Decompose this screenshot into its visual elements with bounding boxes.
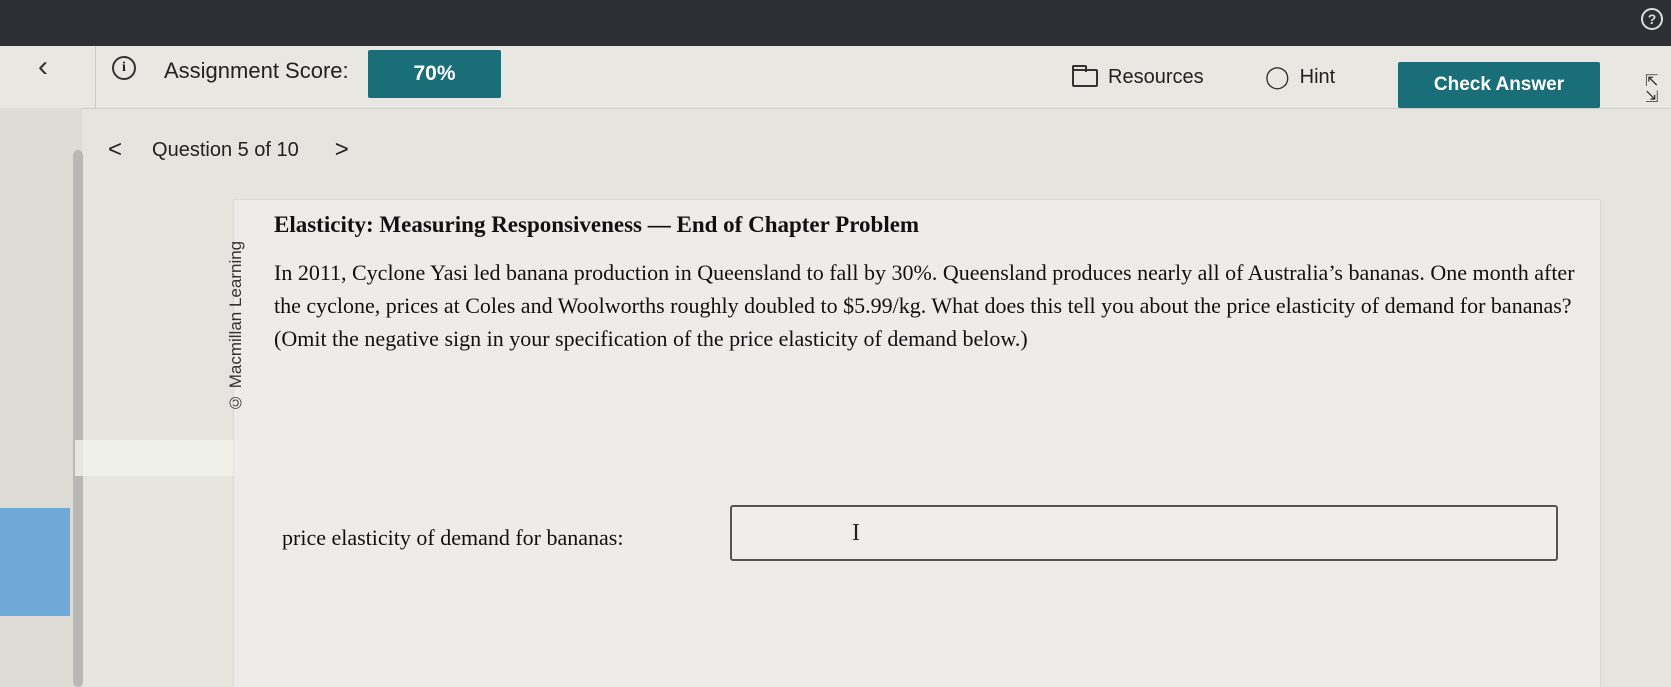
copyright-notice: © Macmillan Learning	[226, 240, 245, 412]
assignment-score-badge: 70%	[368, 50, 501, 98]
previous-question-icon[interactable]: <	[108, 136, 122, 164]
question-title: Elasticity: Measuring Responsiveness — E…	[274, 212, 920, 237]
assignment-header: ‹ i Assignment Score: 70% Resources ◯ Hi…	[0, 46, 1671, 109]
sidebar-highlight	[0, 508, 70, 616]
help-icon[interactable]: ?	[1641, 8, 1663, 30]
resources-label: Resources	[1108, 66, 1204, 88]
next-question-icon[interactable]: >	[335, 136, 349, 164]
screen-glare	[75, 440, 235, 476]
question-counter: Question 5 of 10	[152, 138, 299, 161]
divider	[95, 46, 96, 108]
top-bar: ?	[0, 0, 1671, 46]
question-card: © Macmillan Learning Elasticity: Measuri…	[226, 200, 1600, 687]
resources-button[interactable]: Resources	[1072, 64, 1204, 89]
answer-label: price elasticity of demand for bananas:	[282, 525, 624, 550]
assignment-score-label: Assignment Score:	[164, 58, 349, 83]
question-text: In 2011, Cyclone Yasi led banana product…	[274, 260, 1575, 351]
question-navigation: < Question 5 of 10 >	[108, 136, 349, 164]
check-answer-button[interactable]: Check Answer	[1398, 62, 1600, 108]
hint-button[interactable]: ◯ Hint	[1265, 64, 1335, 90]
scrollbar[interactable]	[73, 150, 83, 687]
expand-icon[interactable]: ⇱ ⇲	[1645, 74, 1658, 106]
chevron-left-icon[interactable]: ‹	[38, 50, 48, 84]
folder-icon	[1072, 64, 1098, 87]
hint-label: Hint	[1299, 65, 1336, 88]
lightbulb-icon: ◯	[1265, 64, 1290, 89]
text-cursor-icon: I	[852, 520, 860, 546]
info-icon[interactable]: i	[112, 56, 136, 80]
